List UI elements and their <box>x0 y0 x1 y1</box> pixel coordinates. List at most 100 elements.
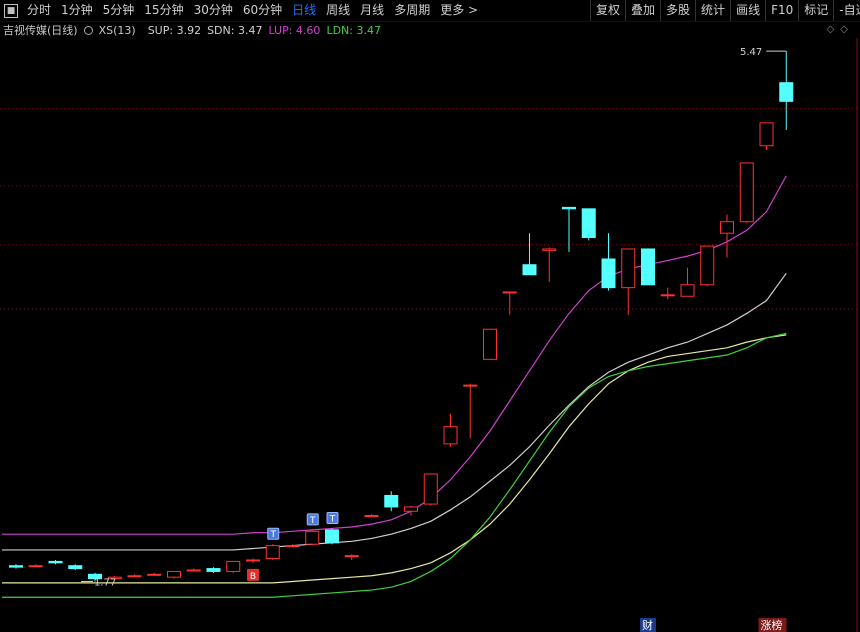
candle-body <box>759 122 774 147</box>
candle[interactable] <box>48 559 63 565</box>
candle[interactable] <box>720 214 734 258</box>
candle-body <box>463 384 478 387</box>
right-toolbar: 复权叠加多股统计画线F10标记-自选 <box>590 0 860 21</box>
candle-body <box>641 248 655 286</box>
candle-body <box>384 494 399 508</box>
candlestick-chart[interactable]: 5.47 1.77 T T T B 财 涨榜 <box>0 38 860 632</box>
candle[interactable] <box>759 122 774 151</box>
candle[interactable] <box>522 233 537 276</box>
candle-body <box>581 208 596 238</box>
candle[interactable] <box>226 560 241 573</box>
candle[interactable] <box>325 528 339 545</box>
indicator-settings-icon[interactable] <box>83 26 93 35</box>
candle[interactable] <box>542 247 557 282</box>
indicator-name[interactable]: XS(13) <box>83 24 142 37</box>
candle[interactable] <box>700 245 715 287</box>
candle[interactable] <box>680 267 695 297</box>
candle[interactable] <box>167 570 181 579</box>
candle[interactable] <box>206 567 221 573</box>
candle[interactable] <box>779 51 794 130</box>
candle-body <box>246 559 260 562</box>
period-tab-9[interactable]: 多周期 <box>389 0 435 21</box>
candle-body <box>226 560 241 572</box>
low-price-label: 1.77 <box>94 577 116 588</box>
period-tab-10[interactable]: 更多 > <box>435 0 483 21</box>
candle[interactable] <box>483 328 497 360</box>
candle[interactable] <box>186 568 201 572</box>
candle[interactable] <box>9 564 23 569</box>
series-line-lup <box>2 175 787 535</box>
candle-body <box>186 569 201 572</box>
candle-body <box>542 248 557 251</box>
t-tag-text: T <box>270 530 277 540</box>
candle[interactable] <box>641 248 655 286</box>
period-tab-6[interactable]: 日线 <box>287 0 321 21</box>
period-tab-4[interactable]: 30分钟 <box>189 0 238 21</box>
candle[interactable] <box>344 554 359 560</box>
candle-body <box>305 530 320 545</box>
candle[interactable] <box>68 564 83 571</box>
toolbar-button-4[interactable]: 画线 <box>730 0 765 21</box>
candle[interactable] <box>423 473 438 506</box>
candle[interactable] <box>147 572 162 576</box>
toolbar-button-7[interactable]: -自选 <box>833 0 860 21</box>
candle[interactable] <box>601 233 616 291</box>
period-tab-5[interactable]: 60分钟 <box>238 0 287 21</box>
event-tag-zhangbang-text: 涨榜 <box>761 618 783 632</box>
candle[interactable] <box>285 544 300 548</box>
event-tag-zhangbang[interactable]: 涨榜 <box>758 618 787 632</box>
candle-body <box>167 570 181 578</box>
period-tab-7[interactable]: 周线 <box>321 0 355 21</box>
period-toolbar: ■ 分时 1分钟 5分钟 15分钟 30分钟 60分钟 日线 周线 月线 多周期 更多 > 复权 叠加… <box>0 0 860 22</box>
period-tab-3[interactable]: 15分钟 <box>139 0 188 21</box>
candle-body <box>325 529 339 544</box>
event-tag-cai[interactable]: 财 <box>640 618 656 632</box>
candle[interactable] <box>581 208 596 241</box>
toolbar-button-1[interactable]: 叠加 <box>625 0 660 21</box>
t-signal-tag[interactable]: T <box>267 527 280 540</box>
toolbar-button-5[interactable]: F10 <box>765 0 798 21</box>
candle[interactable] <box>384 491 399 512</box>
buy-signal-tag[interactable]: B <box>247 568 259 582</box>
series-line-ldn <box>2 332 787 598</box>
toolbar-button-0[interactable]: 复权 <box>590 0 625 21</box>
menu-icon[interactable]: ■ <box>4 3 18 18</box>
candle[interactable] <box>463 383 478 439</box>
panel-diamond-icons[interactable]: ◇◇ <box>827 24 854 35</box>
candle-body <box>28 565 43 568</box>
candle[interactable] <box>621 248 636 315</box>
candle[interactable] <box>127 574 142 578</box>
candle[interactable] <box>443 413 458 447</box>
candle[interactable] <box>502 291 517 315</box>
candle-body <box>147 573 162 576</box>
t-tag-text: T <box>309 516 316 526</box>
candle[interactable] <box>265 544 280 560</box>
toolbar-button-6[interactable]: 标记 <box>798 0 833 21</box>
candle[interactable] <box>305 529 320 545</box>
candle-body <box>720 221 734 234</box>
candle-body <box>601 258 616 289</box>
period-tab-8[interactable]: 月线 <box>355 0 389 21</box>
candle[interactable] <box>660 287 675 300</box>
candle[interactable] <box>364 514 379 518</box>
t-signal-tag[interactable]: T <box>326 511 339 524</box>
candle-body <box>68 565 83 570</box>
toolbar-button-3[interactable]: 统计 <box>695 0 730 21</box>
candle-body <box>562 206 576 210</box>
candle[interactable] <box>246 558 260 563</box>
toolbar-button-2[interactable]: 多股 <box>660 0 695 21</box>
candle[interactable] <box>562 206 576 252</box>
t-signal-tag[interactable]: T <box>306 513 319 526</box>
high-price-label: 5.47 <box>740 47 762 58</box>
sdn-value: SDN: 3.47 <box>207 23 263 37</box>
candle-body <box>660 294 675 297</box>
period-tab-1[interactable]: 1分钟 <box>56 0 98 21</box>
period-tab-2[interactable]: 5分钟 <box>98 0 140 21</box>
candle[interactable] <box>28 564 43 568</box>
candle[interactable] <box>404 505 418 516</box>
event-tag-cai-text: 财 <box>642 618 653 632</box>
candle-body <box>206 568 221 572</box>
period-tab-0[interactable]: 分时 <box>22 0 56 21</box>
candle[interactable] <box>739 162 754 224</box>
candle-body <box>344 555 359 558</box>
